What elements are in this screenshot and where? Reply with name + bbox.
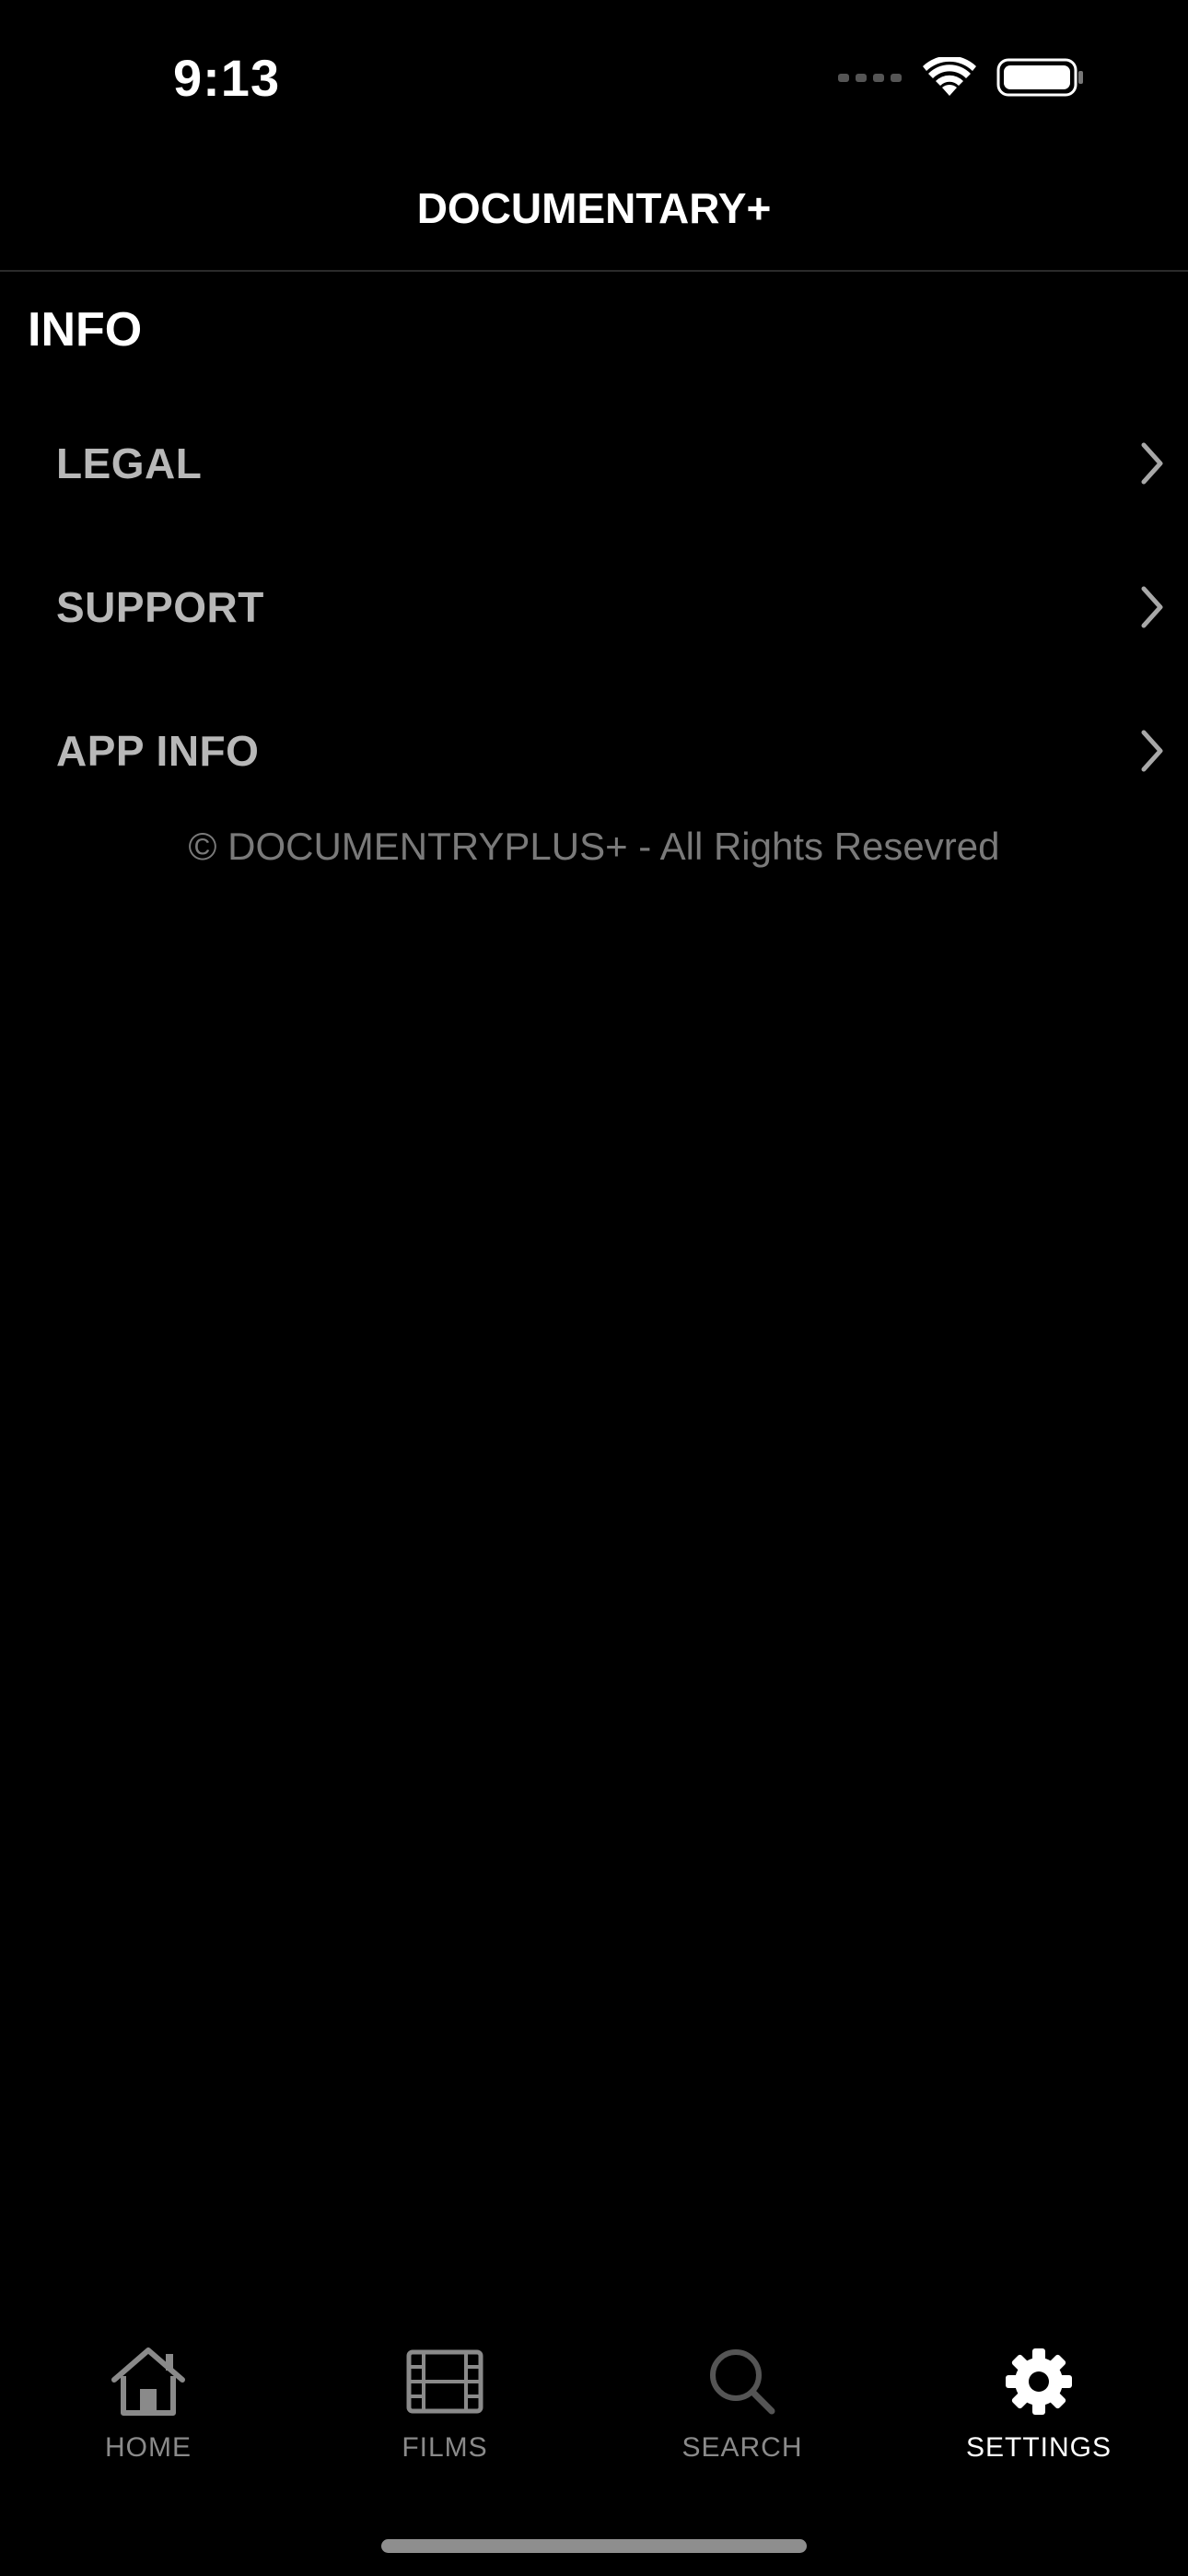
tab-label: HOME	[105, 2432, 192, 2463]
cellular-signal-icon	[838, 71, 903, 88]
info-menu-list: LEGAL SUPPORT APP INFO	[0, 392, 1188, 823]
settings-screen: 9:13 DOCUMENTARY+ INFO LEGAL SUPPORT APP…	[0, 0, 1188, 2576]
home-indicator[interactable]	[381, 2539, 807, 2553]
section-title: INFO	[28, 303, 143, 357]
chevron-right-icon	[1141, 586, 1163, 628]
tab-films[interactable]: FILMS	[334, 2340, 555, 2488]
search-icon	[701, 2340, 784, 2423]
status-time: 9:13	[173, 49, 281, 107]
chevron-right-icon	[1141, 730, 1163, 772]
menu-item-label: LEGAL	[56, 439, 203, 487]
home-icon	[107, 2340, 190, 2423]
tab-bar: HOME FILMS SEARCH SETTINGS	[0, 2340, 1188, 2488]
app-header: DOCUMENTARY+	[0, 157, 1188, 272]
tab-settings[interactable]: SETTINGS	[928, 2340, 1149, 2488]
tab-search[interactable]: SEARCH	[632, 2340, 853, 2488]
wifi-icon	[923, 55, 976, 102]
tab-label: FILMS	[402, 2432, 488, 2463]
menu-item-label: APP INFO	[56, 727, 260, 775]
status-bar: 9:13	[0, 0, 1188, 157]
menu-item-support[interactable]: SUPPORT	[0, 535, 1188, 679]
status-icons	[838, 55, 1085, 102]
gear-icon	[997, 2340, 1080, 2423]
battery-icon	[996, 57, 1085, 102]
copyright-text: © DOCUMENTRYPLUS+ - All Rights Resevred	[188, 825, 1000, 868]
film-icon	[403, 2340, 486, 2423]
tab-label: SETTINGS	[965, 2432, 1112, 2463]
menu-item-legal[interactable]: LEGAL	[0, 392, 1188, 535]
tab-label: SEARCH	[681, 2432, 803, 2463]
app-title: DOCUMENTARY+	[416, 183, 772, 232]
chevron-right-icon	[1141, 442, 1163, 485]
tab-home[interactable]: HOME	[38, 2340, 259, 2488]
menu-item-app-info[interactable]: APP INFO	[0, 679, 1188, 823]
menu-item-label: SUPPORT	[56, 583, 264, 631]
